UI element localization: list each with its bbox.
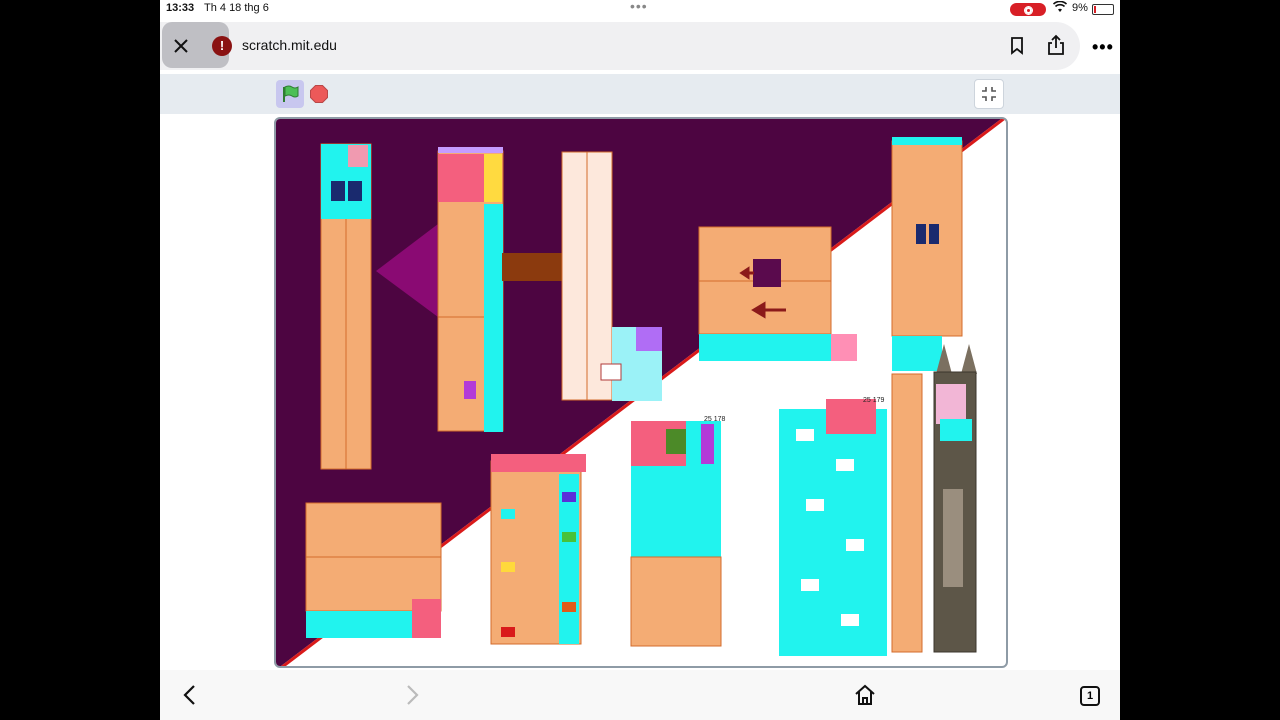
back-arrow-icon[interactable] [182, 684, 196, 706]
green-flag-button[interactable] [276, 80, 304, 108]
stop-sign-icon[interactable] [310, 85, 328, 103]
tower-block-7 [305, 502, 442, 638]
exit-fullscreen-icon [982, 87, 996, 101]
status-bar: 13:33 Th 4 18 thg 6 ••• 9% [160, 0, 1120, 18]
wifi-icon [1052, 0, 1068, 16]
score-label-1: 25 178 [704, 416, 726, 423]
game-stage[interactable]: 25 178 25 179 [274, 117, 1008, 668]
close-icon [174, 39, 188, 53]
tabs-button[interactable]: 1 [1080, 686, 1100, 706]
tower-block-1 [320, 143, 372, 470]
bottom-toolbar: 1 [160, 670, 1120, 720]
score-label-2: 25 179 [863, 397, 885, 404]
cyan-puzzle-pattern [779, 399, 887, 656]
brown-bridge [502, 253, 567, 281]
share-icon[interactable] [1047, 34, 1065, 56]
exit-fullscreen-button[interactable] [974, 79, 1004, 109]
url-text[interactable]: scratch.mit.edu [242, 37, 337, 53]
home-icon[interactable] [854, 684, 876, 706]
green-flag-icon [283, 85, 299, 102]
site-warning-icon[interactable]: ! [212, 36, 232, 56]
tower-block-2 [437, 147, 504, 432]
status-date: Th 4 18 thg 6 [204, 2, 269, 14]
battery-icon [1092, 4, 1114, 15]
stage-canvas: 25 178 25 179 [276, 119, 1006, 666]
more-icon[interactable]: ••• [1092, 37, 1114, 58]
screen-record-icon[interactable] [1010, 3, 1046, 16]
multitask-dots-icon[interactable]: ••• [630, 0, 648, 14]
scratch-player-bar [160, 74, 1120, 114]
forward-arrow-icon[interactable] [406, 684, 420, 706]
ipad-screen: 13:33 Th 4 18 thg 6 ••• 9% ! scratch.mit… [160, 0, 1120, 720]
cat-character [891, 344, 977, 653]
tower-block-6 [490, 454, 586, 645]
status-time: 13:33 [166, 2, 195, 14]
tower-block-5 [630, 421, 722, 647]
bookmark-icon[interactable] [1010, 37, 1024, 55]
tower-block-4 [891, 137, 963, 371]
battery-percent: 9% [1072, 2, 1088, 14]
address-bar[interactable]: ! scratch.mit.edu ••• [160, 22, 1113, 70]
